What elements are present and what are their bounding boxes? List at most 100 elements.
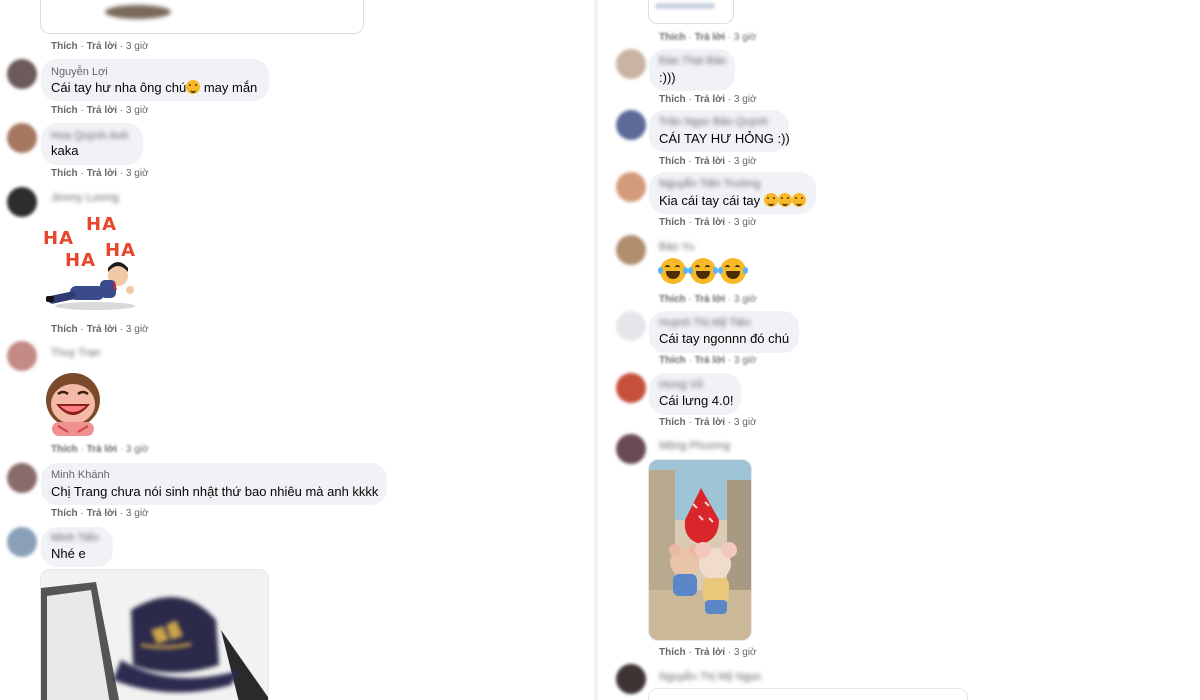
commenter-name[interactable]: Hoa Quỳnh Anh: [51, 130, 129, 142]
comment-text: kaka: [51, 143, 79, 158]
reply-link[interactable]: Trả lời: [695, 94, 725, 105]
previous-comment-image[interactable]: [40, 0, 364, 34]
commenter-name[interactable]: Minh Khánh: [51, 469, 110, 481]
commenter-name[interactable]: Hưng Vũ: [659, 379, 703, 391]
avatar[interactable]: [7, 341, 37, 371]
previous-image-content: [655, 3, 715, 9]
like-link[interactable]: Thích: [51, 444, 78, 455]
like-link[interactable]: Thích: [659, 294, 686, 305]
reply-link[interactable]: Trả lời: [695, 32, 725, 43]
commenter-name[interactable]: Trần Ngọc Bảo Quỳnh: [659, 116, 768, 128]
avatar[interactable]: [7, 527, 37, 557]
sad-emoji: [777, 193, 792, 207]
avatar[interactable]: [7, 59, 37, 89]
avatar[interactable]: [616, 311, 646, 341]
comment-time[interactable]: 3 giờ: [734, 294, 757, 305]
avatar[interactable]: [616, 172, 646, 202]
comment-actions: Thích · Trả lời · 3 giờ: [659, 294, 757, 305]
reply-link[interactable]: Trả lời: [87, 324, 117, 335]
commenter-name[interactable]: Nguyễn Thị Mỹ Ngọc: [659, 671, 762, 683]
previous-comment-image[interactable]: [648, 0, 734, 24]
comment-time[interactable]: 3 giờ: [126, 444, 149, 455]
reply-link[interactable]: Trả lời: [695, 417, 725, 428]
comment-actions: Thích · Trả lời · 3 giờ: [659, 94, 757, 105]
laughing-sticker[interactable]: [42, 370, 104, 438]
like-link[interactable]: Thích: [659, 94, 686, 105]
like-link[interactable]: Thích: [659, 32, 686, 43]
reply-link[interactable]: Trả lời: [695, 217, 725, 228]
comment-time[interactable]: 3 giờ: [734, 355, 757, 366]
avatar[interactable]: [616, 434, 646, 464]
comment-time[interactable]: 3 giờ: [734, 417, 757, 428]
commenter-name[interactable]: Nguyễn Tiến Trường: [659, 178, 760, 190]
comment-time[interactable]: 3 giờ: [734, 32, 757, 43]
comment-time[interactable]: 3 giờ: [734, 94, 757, 105]
comment-actions: Thích · Trả lời · 3 giờ: [659, 32, 757, 43]
reply-link[interactable]: Trả lời: [695, 294, 725, 305]
avatar[interactable]: [616, 49, 646, 79]
avatar[interactable]: [616, 373, 646, 403]
reply-link[interactable]: Trả lời: [87, 105, 117, 116]
commenter-name[interactable]: Bảo Yu: [659, 241, 694, 253]
reply-link[interactable]: Trả lời: [695, 355, 725, 366]
column-divider: [594, 0, 598, 700]
comment-actions: Thích · Trả lời · 3 giờ: [659, 156, 757, 167]
comment-text: Cái tay ngonnn đó chú: [659, 331, 790, 346]
comment-text: CÁI TAY HƯ HỎNG :)): [659, 131, 790, 146]
like-link[interactable]: Thích: [51, 105, 78, 116]
commenter-name[interactable]: Minh Tiến: [51, 532, 99, 544]
comment-time[interactable]: 3 giờ: [734, 156, 757, 167]
avatar[interactable]: [7, 187, 37, 217]
like-link[interactable]: Thích: [51, 41, 78, 52]
commenter-name[interactable]: Nguyễn Lợi: [51, 66, 108, 78]
comment-text: Kia cái tay cái tay: [659, 193, 806, 208]
comment-actions: Thích · Trả lời · 3 giờ: [51, 444, 149, 455]
comment-time[interactable]: 3 giờ: [126, 168, 149, 179]
cap-photo[interactable]: [40, 569, 269, 700]
comment-time[interactable]: 3 giờ: [126, 105, 149, 116]
comment-actions: Thích · Trả lời · 3 giờ: [51, 508, 149, 519]
like-link[interactable]: Thích: [659, 647, 686, 658]
tears-of-joy-emoji: [688, 258, 718, 284]
avatar[interactable]: [7, 463, 37, 493]
like-link[interactable]: Thích: [659, 156, 686, 167]
sticker-text: HA: [43, 228, 74, 249]
comment-time[interactable]: 3 giờ: [734, 217, 757, 228]
like-link[interactable]: Thích: [51, 508, 78, 519]
sad-emoji: [791, 193, 806, 207]
cap-photo-content: [41, 570, 268, 700]
comment-actions: Thích · Trả lời · 3 giờ: [51, 168, 149, 179]
previous-image-content: [105, 5, 171, 19]
avatar[interactable]: [616, 235, 646, 265]
commenter-name[interactable]: Jimmy Lương: [51, 192, 119, 204]
comments-column-left: Thích · Trả lời · 3 giờ Nguyễn Lợi Cái t…: [0, 0, 592, 700]
comment-time[interactable]: 3 giờ: [734, 647, 757, 658]
like-link[interactable]: Thích: [51, 168, 78, 179]
avatar[interactable]: [7, 123, 37, 153]
reply-link[interactable]: Trả lời: [87, 168, 117, 179]
comment-time[interactable]: 3 giờ: [126, 41, 149, 52]
commenter-name[interactable]: Huỳnh Thị Mỹ Tiên: [659, 317, 751, 329]
comment-text: Cái tay hư nha ông chú may mắn: [51, 80, 258, 95]
comment-actions: Thích · Trả lời · 3 giờ: [51, 324, 149, 335]
reply-link[interactable]: Trả lời: [87, 444, 117, 455]
reply-link[interactable]: Trả lời: [695, 647, 725, 658]
reply-link[interactable]: Trả lời: [87, 508, 117, 519]
mouse-sticker-photo[interactable]: [648, 459, 752, 641]
commenter-name[interactable]: Đào Thái Bảo: [659, 55, 726, 67]
reply-attachment[interactable]: [648, 688, 968, 700]
reply-link[interactable]: Trả lời: [695, 156, 725, 167]
commenter-name[interactable]: Mộng Phương: [659, 440, 730, 452]
reply-link[interactable]: Trả lời: [87, 41, 117, 52]
like-link[interactable]: Thích: [51, 324, 78, 335]
like-link[interactable]: Thích: [659, 217, 686, 228]
like-link[interactable]: Thích: [659, 355, 686, 366]
laughing-man-illustration: [46, 262, 135, 310]
avatar[interactable]: [616, 110, 646, 140]
like-link[interactable]: Thích: [659, 417, 686, 428]
haha-sticker[interactable]: HA HA HA HA: [40, 210, 142, 314]
avatar[interactable]: [616, 664, 646, 694]
comment-time[interactable]: 3 giờ: [126, 324, 149, 335]
commenter-name[interactable]: Thuy Tran: [51, 347, 101, 359]
comment-time[interactable]: 3 giờ: [126, 508, 149, 519]
